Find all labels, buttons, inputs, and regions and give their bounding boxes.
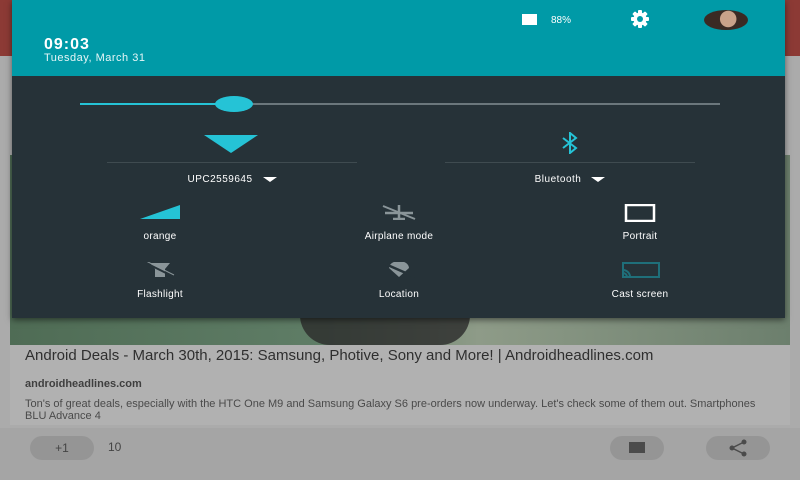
flashlight-icon [145,262,175,278]
cellular-signal-icon [140,205,180,219]
tile-cellular[interactable]: orange [80,204,240,254]
bluetooth-tile[interactable]: Bluetooth [445,132,695,202]
article-snippet: Ton's of great deals, especially with th… [25,398,756,422]
tile-portrait-label: Portrait [622,231,658,242]
tile-location-label: Location [378,289,420,300]
tile-flashlight[interactable]: Flashlight [80,262,240,312]
rotation-lock-icon [624,204,656,222]
article-title[interactable]: Android Deals - March 30th, 2015: Samsun… [25,348,785,364]
share-icon [729,439,747,457]
avatar[interactable] [704,10,748,30]
comment-button[interactable] [610,436,664,460]
wifi-network-name: UPC2559645 [187,174,253,185]
tile-cast-label: Cast screen [611,289,669,300]
tile-flashlight-label: Flashlight [137,289,183,300]
plus-one-button[interactable]: +1 [30,436,94,460]
article-source: androidheadlines.com [25,378,142,390]
chevron-down-icon[interactable] [262,176,277,182]
tile-cast[interactable]: Cast screen [560,262,720,312]
quick-settings-panel: 09:03 Tuesday, March 31 88% UPC2559645 B… [12,0,785,318]
location-off-icon [382,262,416,278]
plus-one-count: 10 [108,440,122,454]
battery-percent[interactable]: 88% [551,15,571,26]
date[interactable]: Tuesday, March 31 [44,52,145,64]
bluetooth-label[interactable]: Bluetooth [445,174,695,185]
tile-airplane[interactable]: Airplane mode [319,204,479,254]
airplane-icon [382,205,416,220]
chevron-down-icon[interactable] [591,176,606,182]
wifi-icon[interactable] [107,132,357,154]
tile-airplane-label: Airplane mode [364,231,434,242]
quick-settings-header: 09:03 Tuesday, March 31 88% [12,0,785,76]
brightness-slider-fill [80,103,234,105]
comment-icon [629,442,645,453]
wifi-network-label[interactable]: UPC2559645 [107,174,357,185]
tile-location[interactable]: Location [319,262,479,312]
cast-icon [622,262,660,278]
bluetooth-tile-divider [445,162,695,163]
brightness-slider-thumb[interactable] [214,96,253,112]
wifi-tile-divider [107,162,357,163]
wifi-tile[interactable]: UPC2559645 [107,132,357,202]
tile-portrait[interactable]: Portrait [560,204,720,254]
gear-icon[interactable] [620,9,660,29]
share-button[interactable] [706,436,770,460]
article-action-bar [0,428,800,480]
bluetooth-name: Bluetooth [534,174,582,185]
battery-icon[interactable] [522,14,537,25]
bluetooth-icon[interactable] [445,132,695,154]
tile-cellular-label: orange [143,231,177,242]
